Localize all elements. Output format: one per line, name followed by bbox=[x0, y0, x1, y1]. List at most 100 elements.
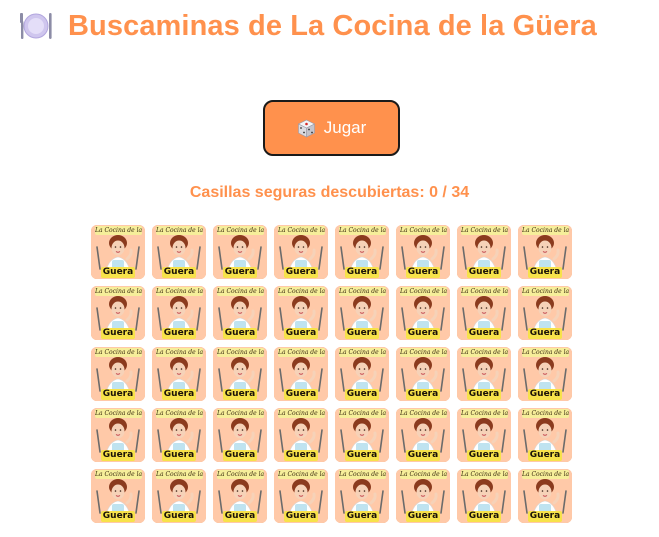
tile-logo-top-text: La Cocina de la bbox=[461, 287, 508, 296]
tile-logo-top-text: La Cocina de la bbox=[400, 348, 447, 357]
tile-logo-bottom-text: Guera bbox=[345, 389, 379, 400]
play-button[interactable]: Jugar bbox=[263, 100, 400, 156]
minesweeper-page: Buscaminas de La Cocina de la Güera Juga… bbox=[0, 0, 659, 537]
minesweeper-board: La Cocina de la Guera La Cocina de la Guera… bbox=[91, 225, 572, 523]
tile-logo-top-text: La Cocina de la bbox=[461, 409, 508, 418]
board-cell[interactable]: La Cocina de la Guera bbox=[91, 347, 145, 401]
tile-logo-bottom-text: Guera bbox=[223, 328, 257, 339]
tile-logo-top-text: La Cocina de la bbox=[217, 287, 264, 296]
tile-logo-bottom-text: Guera bbox=[406, 267, 440, 278]
board-cell[interactable]: La Cocina de la Guera bbox=[274, 286, 328, 340]
board-cell[interactable]: La Cocina de la Guera bbox=[518, 225, 572, 279]
board-cell[interactable]: La Cocina de la Guera bbox=[91, 408, 145, 462]
tile-logo-top-text: La Cocina de la bbox=[278, 226, 325, 235]
board-cell[interactable]: La Cocina de la Guera bbox=[457, 408, 511, 462]
tile-logo-top-text: La Cocina de la bbox=[217, 409, 264, 418]
board-cell[interactable]: La Cocina de la Guera bbox=[213, 225, 267, 279]
board-cell[interactable]: La Cocina de la Guera bbox=[335, 469, 389, 523]
board-cell[interactable]: La Cocina de la Guera bbox=[518, 469, 572, 523]
tile-logo-top-text: La Cocina de la bbox=[339, 348, 386, 357]
tile-logo-bottom-text: Guera bbox=[162, 511, 196, 522]
board-cell[interactable]: La Cocina de la Guera bbox=[91, 469, 145, 523]
tile-logo-top-text: La Cocina de la bbox=[339, 470, 386, 479]
page-title: Buscaminas de La Cocina de la Güera bbox=[68, 9, 597, 42]
tile-logo-top-text: La Cocina de la bbox=[156, 226, 203, 235]
board-cell[interactable]: La Cocina de la Guera bbox=[518, 408, 572, 462]
board-cell[interactable]: La Cocina de la Guera bbox=[213, 347, 267, 401]
board-cell[interactable]: La Cocina de la Guera bbox=[396, 408, 450, 462]
tile-logo-bottom-text: Guera bbox=[223, 450, 257, 461]
board-cell[interactable]: La Cocina de la Guera bbox=[152, 408, 206, 462]
tile-logo-top-text: La Cocina de la bbox=[156, 287, 203, 296]
board-cell[interactable]: La Cocina de la Guera bbox=[274, 408, 328, 462]
board-cell[interactable]: La Cocina de la Guera bbox=[457, 286, 511, 340]
board-cell[interactable]: La Cocina de la Guera bbox=[457, 225, 511, 279]
board-cell[interactable]: La Cocina de la Guera bbox=[152, 286, 206, 340]
board-cell[interactable]: La Cocina de la Guera bbox=[518, 347, 572, 401]
board-cell[interactable]: La Cocina de la Guera bbox=[213, 469, 267, 523]
tile-logo-bottom-text: Guera bbox=[528, 450, 562, 461]
tile-logo-top-text: La Cocina de la bbox=[278, 409, 325, 418]
tile-logo-bottom-text: Guera bbox=[284, 267, 318, 278]
board-cell[interactable]: La Cocina de la Guera bbox=[396, 286, 450, 340]
tile-logo-top-text: La Cocina de la bbox=[461, 348, 508, 357]
board-cell[interactable]: La Cocina de la Guera bbox=[396, 469, 450, 523]
tile-logo-bottom-text: Guera bbox=[162, 328, 196, 339]
tile-logo-bottom-text: Guera bbox=[101, 328, 135, 339]
tile-logo-bottom-text: Guera bbox=[101, 450, 135, 461]
tile-logo-bottom-text: Guera bbox=[406, 450, 440, 461]
board-cell[interactable]: La Cocina de la Guera bbox=[396, 347, 450, 401]
dice-icon bbox=[297, 119, 316, 138]
tile-logo-top-text: La Cocina de la bbox=[339, 226, 386, 235]
board-cell[interactable]: La Cocina de la Guera bbox=[213, 408, 267, 462]
tile-logo-bottom-text: Guera bbox=[528, 511, 562, 522]
tile-logo-bottom-text: Guera bbox=[528, 328, 562, 339]
tile-logo-bottom-text: Guera bbox=[223, 389, 257, 400]
board-cell[interactable]: La Cocina de la Guera bbox=[274, 347, 328, 401]
tile-logo-top-text: La Cocina de la bbox=[522, 470, 569, 479]
board-cell[interactable]: La Cocina de la Guera bbox=[335, 347, 389, 401]
tile-logo-top-text: La Cocina de la bbox=[156, 409, 203, 418]
tile-logo-top-text: La Cocina de la bbox=[95, 409, 142, 418]
tile-logo-bottom-text: Guera bbox=[528, 389, 562, 400]
board-cell[interactable]: La Cocina de la Guera bbox=[91, 286, 145, 340]
tile-logo-top-text: La Cocina de la bbox=[278, 287, 325, 296]
tile-logo-bottom-text: Guera bbox=[406, 389, 440, 400]
board-cell[interactable]: La Cocina de la Guera bbox=[335, 286, 389, 340]
board-cell[interactable]: La Cocina de la Guera bbox=[396, 225, 450, 279]
board-cell[interactable]: La Cocina de la Guera bbox=[152, 347, 206, 401]
tile-logo-top-text: La Cocina de la bbox=[400, 470, 447, 479]
tile-logo-bottom-text: Guera bbox=[284, 328, 318, 339]
tile-logo-top-text: La Cocina de la bbox=[95, 348, 142, 357]
tile-logo-top-text: La Cocina de la bbox=[461, 226, 508, 235]
board-cell[interactable]: La Cocina de la Guera bbox=[213, 286, 267, 340]
board-cell[interactable]: La Cocina de la Guera bbox=[152, 469, 206, 523]
tile-logo-bottom-text: Guera bbox=[284, 511, 318, 522]
tile-logo-bottom-text: Guera bbox=[284, 389, 318, 400]
board-cell[interactable]: La Cocina de la Guera bbox=[335, 225, 389, 279]
board-cell[interactable]: La Cocina de la Guera bbox=[274, 225, 328, 279]
board-cell[interactable]: La Cocina de la Guera bbox=[274, 469, 328, 523]
board-cell[interactable]: La Cocina de la Guera bbox=[518, 286, 572, 340]
tile-logo-top-text: La Cocina de la bbox=[339, 287, 386, 296]
tile-logo-top-text: La Cocina de la bbox=[522, 348, 569, 357]
tile-logo-bottom-text: Guera bbox=[467, 450, 501, 461]
board-cell[interactable]: La Cocina de la Guera bbox=[457, 347, 511, 401]
tile-logo-top-text: La Cocina de la bbox=[156, 348, 203, 357]
tile-logo-bottom-text: Guera bbox=[406, 511, 440, 522]
tile-logo-top-text: La Cocina de la bbox=[522, 226, 569, 235]
board-cell[interactable]: La Cocina de la Guera bbox=[335, 408, 389, 462]
tile-logo-bottom-text: Guera bbox=[467, 511, 501, 522]
tile-logo-top-text: La Cocina de la bbox=[217, 348, 264, 357]
tile-logo-bottom-text: Guera bbox=[345, 328, 379, 339]
board-cell[interactable]: La Cocina de la Guera bbox=[152, 225, 206, 279]
tile-logo-bottom-text: Guera bbox=[162, 450, 196, 461]
tile-logo-bottom-text: Guera bbox=[101, 389, 135, 400]
tile-logo-top-text: La Cocina de la bbox=[522, 287, 569, 296]
tile-logo-bottom-text: Guera bbox=[406, 328, 440, 339]
board-cell[interactable]: La Cocina de la Guera bbox=[91, 225, 145, 279]
tile-logo-bottom-text: Guera bbox=[467, 328, 501, 339]
header: Buscaminas de La Cocina de la Güera bbox=[18, 8, 597, 44]
board-cell[interactable]: La Cocina de la Guera bbox=[457, 469, 511, 523]
tile-logo-top-text: La Cocina de la bbox=[461, 470, 508, 479]
